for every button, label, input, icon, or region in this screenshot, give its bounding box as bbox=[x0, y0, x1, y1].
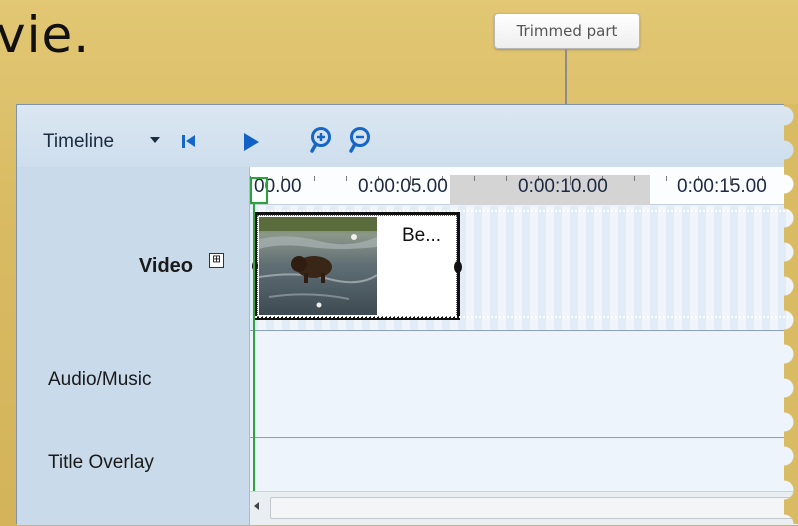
scroll-left-arrow-icon[interactable] bbox=[254, 502, 259, 510]
audio-music-track[interactable] bbox=[250, 332, 798, 438]
zoom-out-icon[interactable] bbox=[348, 127, 372, 155]
zoom-in-icon[interactable] bbox=[309, 127, 333, 155]
track-labels-panel: Video ⊞ Audio/Music Title Overlay bbox=[17, 167, 249, 525]
ruler-tick bbox=[474, 176, 475, 181]
timeline-toolbar: Timeline bbox=[17, 105, 798, 167]
ruler-label: 0:00:10.00 bbox=[518, 176, 608, 197]
ruler-tick bbox=[506, 176, 507, 181]
title-overlay-track[interactable] bbox=[250, 439, 798, 491]
playhead-line[interactable] bbox=[253, 204, 255, 525]
clip-title: Be... bbox=[402, 225, 442, 246]
timeline-view-label[interactable]: Timeline bbox=[43, 131, 114, 153]
video-track-label: Video bbox=[138, 255, 193, 277]
chevron-down-icon[interactable] bbox=[150, 137, 160, 143]
torn-edge-decoration bbox=[784, 104, 798, 524]
video-track[interactable]: Be... bbox=[250, 206, 798, 331]
play-icon[interactable] bbox=[244, 133, 259, 151]
ruler-label: 0:00:05.00 bbox=[358, 176, 448, 197]
trim-handle-right[interactable] bbox=[454, 261, 462, 273]
expand-icon[interactable]: ⊞ bbox=[209, 253, 224, 268]
ruler-label: 0:00:15.00 bbox=[677, 176, 767, 197]
ruler-tick bbox=[634, 176, 635, 181]
rewind-icon[interactable] bbox=[182, 134, 198, 150]
video-clip[interactable]: Be... bbox=[252, 212, 462, 320]
audio-track-label: Audio/Music bbox=[48, 369, 152, 390]
slide-heading: vie. bbox=[0, 6, 91, 64]
ruler-tick bbox=[346, 176, 347, 181]
playhead-handle[interactable] bbox=[250, 177, 268, 204]
clip-thumbnail bbox=[259, 217, 377, 315]
movie-maker-timeline-window: Timeline Video ⊞ Audio/Music Title Overl… bbox=[16, 104, 798, 525]
horizontal-scrollbar[interactable] bbox=[250, 491, 798, 525]
title-overlay-track-label: Title Overlay bbox=[48, 452, 154, 473]
scrollbar-track[interactable] bbox=[270, 497, 798, 519]
tracks-area: 00.00 0:00:05.00 0:00:10.00 0:00:15.00 B… bbox=[249, 167, 798, 525]
ruler-tick bbox=[314, 176, 315, 181]
time-ruler[interactable]: 00.00 0:00:05.00 0:00:10.00 0:00:15.00 bbox=[250, 167, 798, 205]
trimmed-part-callout: Trimmed part bbox=[494, 13, 640, 49]
ruler-tick bbox=[666, 176, 667, 181]
